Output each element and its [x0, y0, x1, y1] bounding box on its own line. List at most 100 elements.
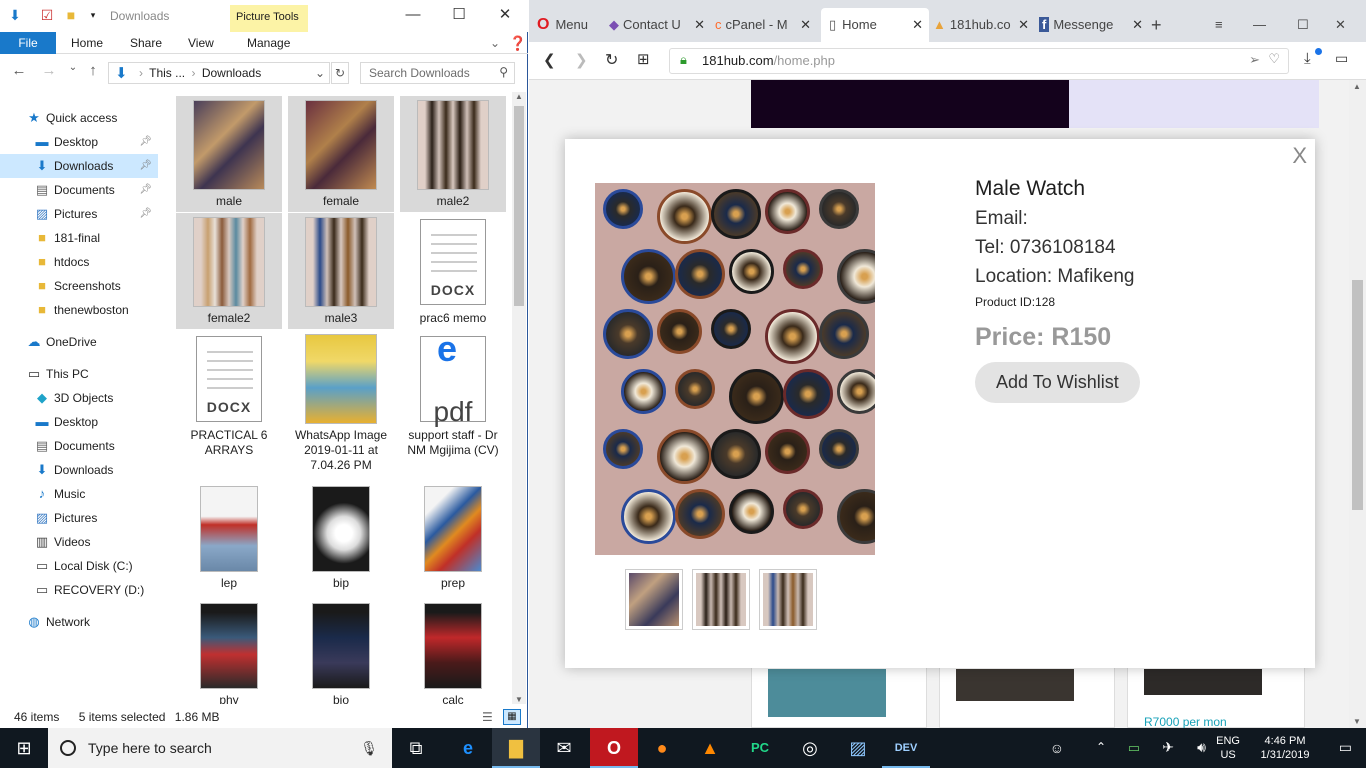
tree-pc-3d-objects[interactable]: ◆ 3D Objects	[0, 386, 158, 410]
close-tab-icon[interactable]: ✕	[1132, 8, 1143, 42]
file-item[interactable]: calc	[400, 595, 506, 704]
back-icon[interactable]: ←	[10, 62, 28, 79]
pin-icon[interactable]: 📌︎	[139, 154, 152, 178]
address-dropdown-icon[interactable]: ⌄	[315, 66, 325, 80]
product-thumbnail-1[interactable]	[625, 569, 683, 630]
tree-item-downloads[interactable]: ⬇ Downloads 📌︎	[0, 154, 158, 178]
file-list-scrollbar[interactable]: ▲ ▼	[512, 92, 526, 704]
new-folder-icon[interactable]: ■	[62, 6, 80, 24]
close-tab-icon[interactable]: ✕	[694, 8, 705, 42]
file-item[interactable]: female	[288, 96, 394, 212]
task-view-icon[interactable]: ⧉	[392, 728, 440, 768]
opera-icon[interactable]: O	[590, 728, 638, 768]
browser-close-button[interactable]: ✕	[1335, 8, 1355, 42]
tree-pc-videos[interactable]: ▥ Videos	[0, 530, 158, 554]
tree-pc-downloads[interactable]: ⬇ Downloads	[0, 458, 158, 482]
up-icon[interactable]: ↑	[84, 62, 102, 79]
file-item[interactable]: prep	[400, 478, 506, 594]
tree-quick-access[interactable]: ★ Quick access	[0, 106, 158, 130]
pin-icon[interactable]: 📌︎	[139, 202, 152, 226]
file-item[interactable]: male2	[400, 96, 506, 212]
address-root[interactable]: This ...	[149, 66, 185, 80]
large-icons-view-icon[interactable]: ▦	[503, 709, 521, 725]
refresh-icon[interactable]: ↻	[331, 62, 349, 84]
file-item[interactable]: male	[176, 96, 282, 212]
battery-saver-icon[interactable]: ▭	[1335, 50, 1348, 67]
file-item[interactable]: e pdf support staff - Dr NM Mgijima (CV)	[400, 330, 506, 470]
tab-menu-icon[interactable]: ≡	[1215, 8, 1235, 42]
scrollbar-thumb[interactable]	[514, 106, 524, 306]
forward-icon[interactable]: ❯	[575, 51, 588, 69]
new-tab-button[interactable]: +	[1151, 8, 1171, 42]
close-tab-icon[interactable]: ✕	[800, 8, 811, 42]
url-bar[interactable]: 🔒︎ 181hub.com/home.php ➢ ♡	[669, 48, 1289, 74]
quick-access-down-icon[interactable]: ⬇	[6, 6, 24, 24]
show-hidden-icons[interactable]: ⌃	[1096, 740, 1106, 754]
page-scrollbar[interactable]: ▲ ▼	[1349, 80, 1366, 728]
tree-pc-music[interactable]: ♪ Music	[0, 482, 158, 506]
tree-item-desktop[interactable]: ▬ Desktop 📌︎	[0, 130, 158, 154]
tree-pc-pictures[interactable]: ▨ Pictures	[0, 506, 158, 530]
devcpp-icon[interactable]: DEV	[882, 728, 930, 768]
tab-cpanel[interactable]: c cPanel - M ✕	[715, 8, 817, 42]
file-item[interactable]: DOCX prac6 memo	[400, 213, 506, 329]
help-icon[interactable]: ❓	[509, 32, 526, 54]
file-item[interactable]: bio	[288, 595, 394, 704]
modal-close-button[interactable]: X	[1292, 143, 1307, 169]
browser-minimize-button[interactable]: —	[1253, 8, 1273, 42]
mail-icon[interactable]: ✉	[540, 728, 588, 768]
tree-onedrive[interactable]: ☁ OneDrive	[0, 330, 158, 354]
tree-pc-recovery-d-[interactable]: ▭ RECOVERY (D:)	[0, 578, 158, 602]
browser-maximize-button[interactable]: ☐	[1297, 8, 1317, 42]
properties-icon[interactable]: ☑	[38, 6, 56, 24]
obs-icon[interactable]: ◎	[786, 728, 834, 768]
tree-this-pc[interactable]: ▭ This PC	[0, 362, 158, 386]
file-explorer-icon[interactable]: ▇	[492, 728, 540, 768]
tree-pc-local-disk-c-[interactable]: ▭ Local Disk (C:)	[0, 554, 158, 578]
volume-icon[interactable]: 🔊︎	[1197, 739, 1206, 756]
product-thumbnail-3[interactable]	[759, 569, 817, 630]
photos-icon[interactable]: ▨	[834, 728, 882, 768]
tree-item-181-final[interactable]: ■ 181-final	[0, 226, 158, 250]
tree-network[interactable]: ◍ Network	[0, 610, 158, 634]
address-folder[interactable]: Downloads	[202, 66, 261, 80]
battery-icon[interactable]: ▭	[1128, 740, 1140, 756]
tab-view[interactable]: View	[188, 32, 214, 54]
taskbar-search-input[interactable]: Type here to search 🎙︎	[48, 728, 392, 768]
tab-file[interactable]: File	[0, 32, 56, 54]
tab-contact[interactable]: ◆ Contact U ✕	[609, 8, 711, 42]
pycharm-icon[interactable]: PC	[736, 728, 784, 768]
minimize-button[interactable]: —	[390, 0, 436, 32]
tree-pc-desktop[interactable]: ▬ Desktop	[0, 410, 158, 434]
clock[interactable]: 4:46 PM 1/31/2019	[1250, 734, 1320, 762]
firefox-icon[interactable]: ●	[638, 728, 686, 768]
details-view-icon[interactable]: ☰	[482, 706, 493, 728]
bookmark-heart-icon[interactable]: ♡	[1268, 51, 1280, 67]
product-thumbnail-2[interactable]	[692, 569, 750, 630]
language-indicator[interactable]: ENG US	[1216, 734, 1240, 762]
close-button[interactable]: ✕	[482, 0, 528, 32]
add-to-wishlist-button[interactable]: Add To Wishlist	[975, 362, 1140, 403]
close-tab-icon[interactable]: ✕	[912, 8, 923, 42]
reload-icon[interactable]: ↻	[605, 50, 618, 70]
forward-icon[interactable]: →	[40, 62, 58, 79]
tree-item-pictures[interactable]: ▨ Pictures 📌︎	[0, 202, 158, 226]
close-tab-icon[interactable]: ✕	[1018, 8, 1029, 42]
tab-manage[interactable]: Manage	[247, 32, 290, 54]
file-item[interactable]: phy	[176, 595, 282, 704]
tab-messenger[interactable]: f Messenge ✕	[1039, 8, 1149, 42]
send-icon[interactable]: ➢	[1249, 52, 1260, 68]
tree-item-screenshots[interactable]: ■ Screenshots	[0, 274, 158, 298]
tab-home[interactable]: ▯ Home ✕	[821, 8, 929, 42]
speed-dial-icon[interactable]: ⊞	[637, 50, 650, 68]
file-item[interactable]: bip	[288, 478, 394, 594]
tab-share[interactable]: Share	[130, 32, 162, 54]
tab-home[interactable]: Home	[71, 32, 103, 54]
file-item[interactable]: lep	[176, 478, 282, 594]
customize-toolbar-icon[interactable]: ▾	[84, 6, 102, 24]
pin-icon[interactable]: 📌︎	[139, 178, 152, 202]
file-item[interactable]: DOCX PRACTICAL 6 ARRAYS	[176, 330, 282, 470]
maximize-button[interactable]: ☐	[436, 0, 482, 32]
recent-dropdown-icon[interactable]: ⌄	[64, 62, 82, 73]
airplane-mode-icon[interactable]: ✈	[1162, 739, 1174, 756]
